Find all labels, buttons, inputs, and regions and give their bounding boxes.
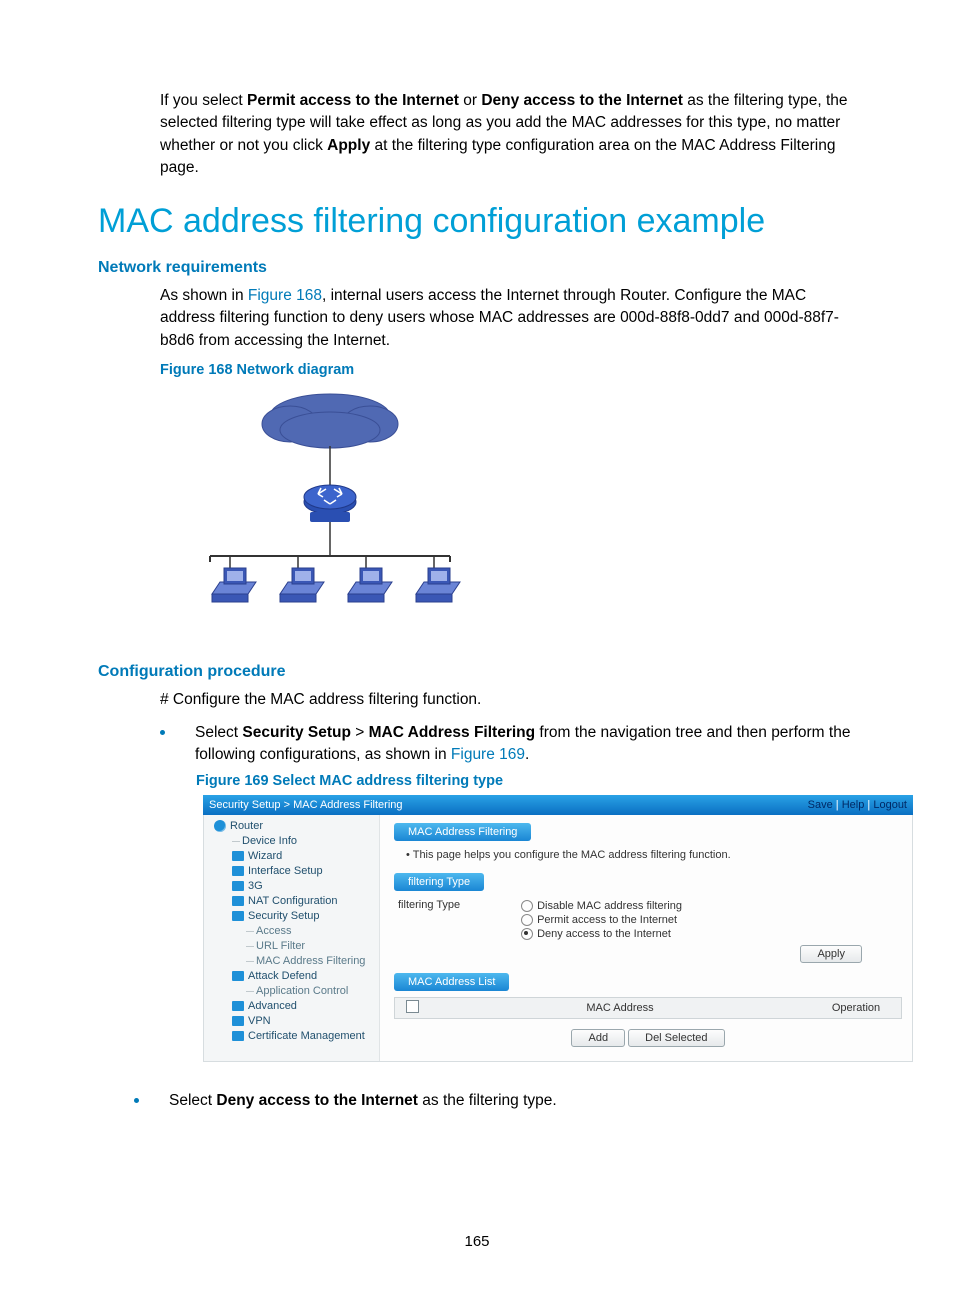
nav-item-cert-mgmt[interactable]: Certificate Management (204, 1029, 379, 1044)
section-pill-mac-list: MAC Address List (394, 973, 509, 991)
nav-item-mac-filtering[interactable]: MAC Address Filtering (204, 954, 379, 969)
folder-icon (232, 971, 244, 981)
bullet-icon (134, 1098, 139, 1103)
nav-item-device-info[interactable]: Device Info (204, 834, 379, 849)
nav-item-nat[interactable]: NAT Configuration (204, 894, 379, 909)
page-title: MAC address filtering configuration exam… (98, 202, 856, 241)
figure-169-caption: Figure 169 Select MAC address filtering … (196, 773, 856, 789)
folder-icon (232, 896, 244, 906)
cfg-line1: # Configure the MAC address filtering fu… (160, 689, 856, 711)
content-panel: MAC Address Filtering This page helps yo… (380, 815, 912, 1061)
del-selected-button[interactable]: Del Selected (628, 1029, 724, 1047)
col-mac-address: MAC Address (429, 1002, 811, 1014)
folder-icon (232, 866, 244, 876)
network-diagram: ROUTER (190, 384, 856, 649)
nav-item-interface-setup[interactable]: Interface Setup (204, 864, 379, 879)
figure-169-link[interactable]: Figure 169 (451, 746, 525, 763)
page-note: This page helps you configure the MAC ad… (406, 849, 902, 861)
select-all-checkbox[interactable] (406, 1000, 419, 1013)
nav-item-3g[interactable]: 3G (204, 879, 379, 894)
netreq-paragraph: As shown in Figure 168, internal users a… (160, 285, 856, 352)
help-link[interactable]: Help (842, 799, 865, 811)
intro-text: If you select (160, 92, 247, 109)
save-link[interactable]: Save (808, 799, 833, 811)
figure-169-screenshot: Security Setup > MAC Address Filtering S… (203, 795, 913, 1062)
intro-bold-apply: Apply (327, 137, 370, 154)
nav-item-wizard[interactable]: Wizard (204, 849, 379, 864)
breadcrumb: Security Setup > MAC Address Filtering (209, 799, 403, 811)
nav-item-attack-defend[interactable]: Attack Defend (204, 969, 379, 984)
folder-icon (232, 911, 244, 921)
folder-icon (232, 881, 244, 891)
router-icon (214, 820, 226, 832)
network-requirements-heading: Network requirements (98, 259, 856, 277)
filtering-type-label: filtering Type (394, 899, 518, 911)
page-number: 165 (0, 1233, 954, 1250)
mac-table-header: MAC Address Operation (394, 997, 902, 1019)
section-pill-mac-filtering: MAC Address Filtering (394, 823, 531, 841)
nav-item-vpn[interactable]: VPN (204, 1014, 379, 1029)
nav-item-security-setup[interactable]: Security Setup (204, 909, 379, 924)
radio-deny[interactable] (521, 928, 533, 940)
bullet-icon (160, 730, 165, 735)
intro-paragraph: If you select Permit access to the Inter… (160, 90, 856, 180)
col-operation: Operation (811, 1002, 901, 1014)
folder-icon (232, 851, 244, 861)
intro-bold-deny: Deny access to the Internet (481, 92, 683, 109)
logout-link[interactable]: Logout (873, 799, 907, 811)
nav-item-app-control[interactable]: Application Control (204, 984, 379, 999)
nav-root[interactable]: Router (204, 819, 379, 834)
breadcrumb-bar: Security Setup > MAC Address Filtering S… (203, 795, 913, 815)
apply-button[interactable]: Apply (800, 945, 862, 963)
configuration-procedure-heading: Configuration procedure (98, 663, 856, 681)
figure-168-link[interactable]: Figure 168 (248, 287, 322, 304)
folder-icon (232, 1016, 244, 1026)
nav-tree: Router Device Info Wizard Interface Setu… (204, 815, 380, 1061)
folder-icon (232, 1031, 244, 1041)
folder-icon (232, 1001, 244, 1011)
radio-disable[interactable] (521, 900, 533, 912)
radio-permit[interactable] (521, 914, 533, 926)
cfg-bullet-1: Select Security Setup > MAC Address Filt… (160, 722, 856, 767)
section-pill-filtering-type: filtering Type (394, 873, 484, 891)
nav-item-access[interactable]: Access (204, 924, 379, 939)
nav-item-advanced[interactable]: Advanced (204, 999, 379, 1014)
add-button[interactable]: Add (571, 1029, 625, 1047)
cfg-bullet-2: Select Deny access to the Internet as th… (134, 1090, 856, 1112)
intro-bold-permit: Permit access to the Internet (247, 92, 459, 109)
nav-item-url-filter[interactable]: URL Filter (204, 939, 379, 954)
figure-168-caption: Figure 168 Network diagram (160, 362, 856, 378)
